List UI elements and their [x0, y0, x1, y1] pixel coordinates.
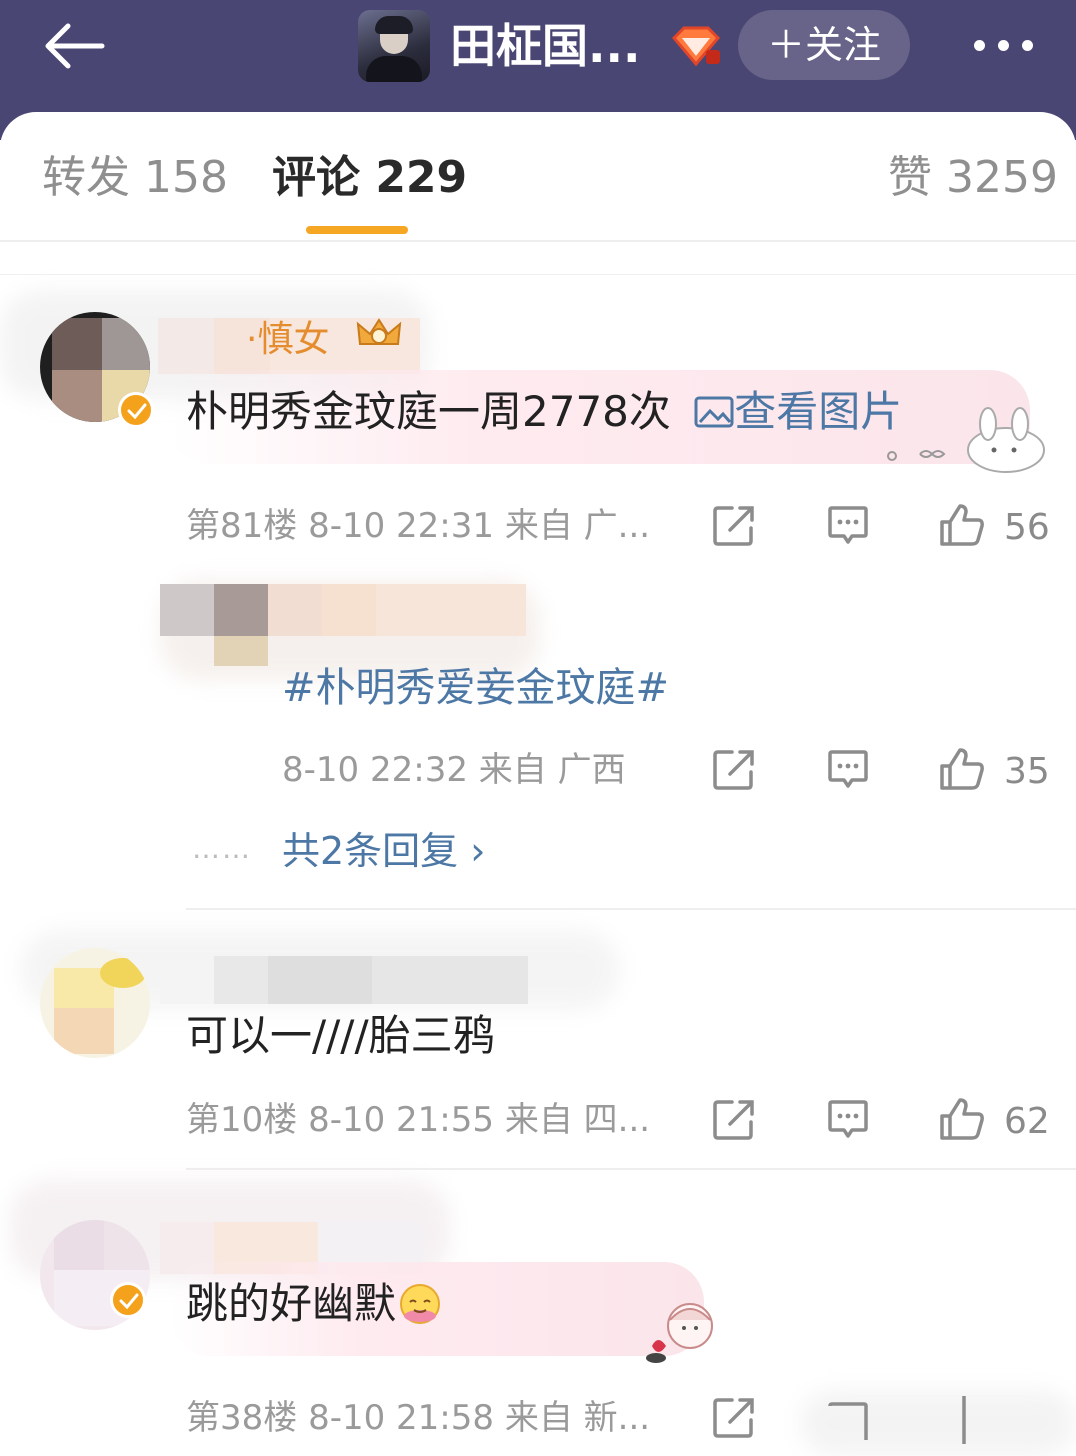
- vip-diamond-icon: [671, 26, 721, 67]
- comment-icon[interactable]: [826, 1098, 870, 1142]
- like-icon[interactable]: [938, 1096, 986, 1142]
- crown-icon: [356, 318, 402, 345]
- comment-text: 可以一////胎三鸦: [186, 1011, 495, 1060]
- comment-text: 跳的好幽默: [186, 1276, 442, 1332]
- share-icon[interactable]: [712, 1098, 756, 1142]
- tabs-divider: [0, 240, 1076, 242]
- back-button[interactable]: [38, 18, 118, 74]
- image-icon: [694, 396, 734, 428]
- chibi-sticker-icon: [646, 1303, 713, 1363]
- comment-icon[interactable]: [826, 748, 870, 792]
- username[interactable]: ·慎女: [246, 318, 329, 362]
- emoji-icon: [400, 1284, 441, 1324]
- share-icon[interactable]: [712, 748, 756, 792]
- author-avatar[interactable]: [358, 10, 430, 82]
- tab-like[interactable]: 赞 3259: [888, 148, 1058, 208]
- like-icon[interactable]: [938, 746, 986, 792]
- divider: [186, 1168, 1076, 1170]
- replies-dots: ……: [192, 832, 252, 865]
- verified-icon: [118, 392, 154, 428]
- tab-comment[interactable]: 评论 229: [272, 148, 467, 208]
- more-dots-icon: [974, 40, 985, 51]
- comment-meta: 第81楼 8-10 22:31 来自 广...: [186, 506, 651, 546]
- comment-meta: 第10楼 8-10 21:55 来自 四...: [186, 1100, 651, 1140]
- view-image-link[interactable]: 查看图片: [684, 387, 902, 436]
- back-arrow-icon: [45, 23, 105, 69]
- like-icon[interactable]: [938, 502, 986, 548]
- like-count: 62: [1004, 1101, 1050, 1142]
- divider: [186, 908, 1076, 910]
- comment-icon[interactable]: [826, 1400, 870, 1444]
- comment-icon[interactable]: [826, 504, 870, 548]
- author-name[interactable]: 田柾国...: [450, 16, 640, 76]
- comment-meta: 第38楼 8-10 21:58 来自 新...: [186, 1398, 651, 1438]
- verified-icon: [110, 1282, 146, 1318]
- bunny-sticker-icon: [887, 407, 1045, 473]
- comment-text: 朴明秀金玟庭一周2778次 查看图片: [186, 387, 903, 436]
- tab-forward[interactable]: 转发 158: [42, 148, 228, 208]
- active-tab-indicator: [306, 226, 408, 234]
- more-replies-link[interactable]: 共2条回复 ›: [282, 826, 485, 876]
- like-count: 56: [1004, 507, 1050, 548]
- like-count: 35: [1004, 751, 1050, 792]
- hashtag-link[interactable]: #朴明秀爱妾金玟庭#: [282, 660, 669, 716]
- like-icon[interactable]: [954, 1392, 974, 1448]
- follow-button[interactable]: ＋关注: [738, 10, 910, 80]
- reply-meta: 8-10 22:32 来自 广西: [282, 750, 626, 790]
- more-button[interactable]: [966, 26, 1042, 66]
- share-icon[interactable]: [712, 1396, 756, 1440]
- avatar[interactable]: [40, 948, 150, 1058]
- share-icon[interactable]: [712, 504, 756, 548]
- divider: [0, 274, 1076, 275]
